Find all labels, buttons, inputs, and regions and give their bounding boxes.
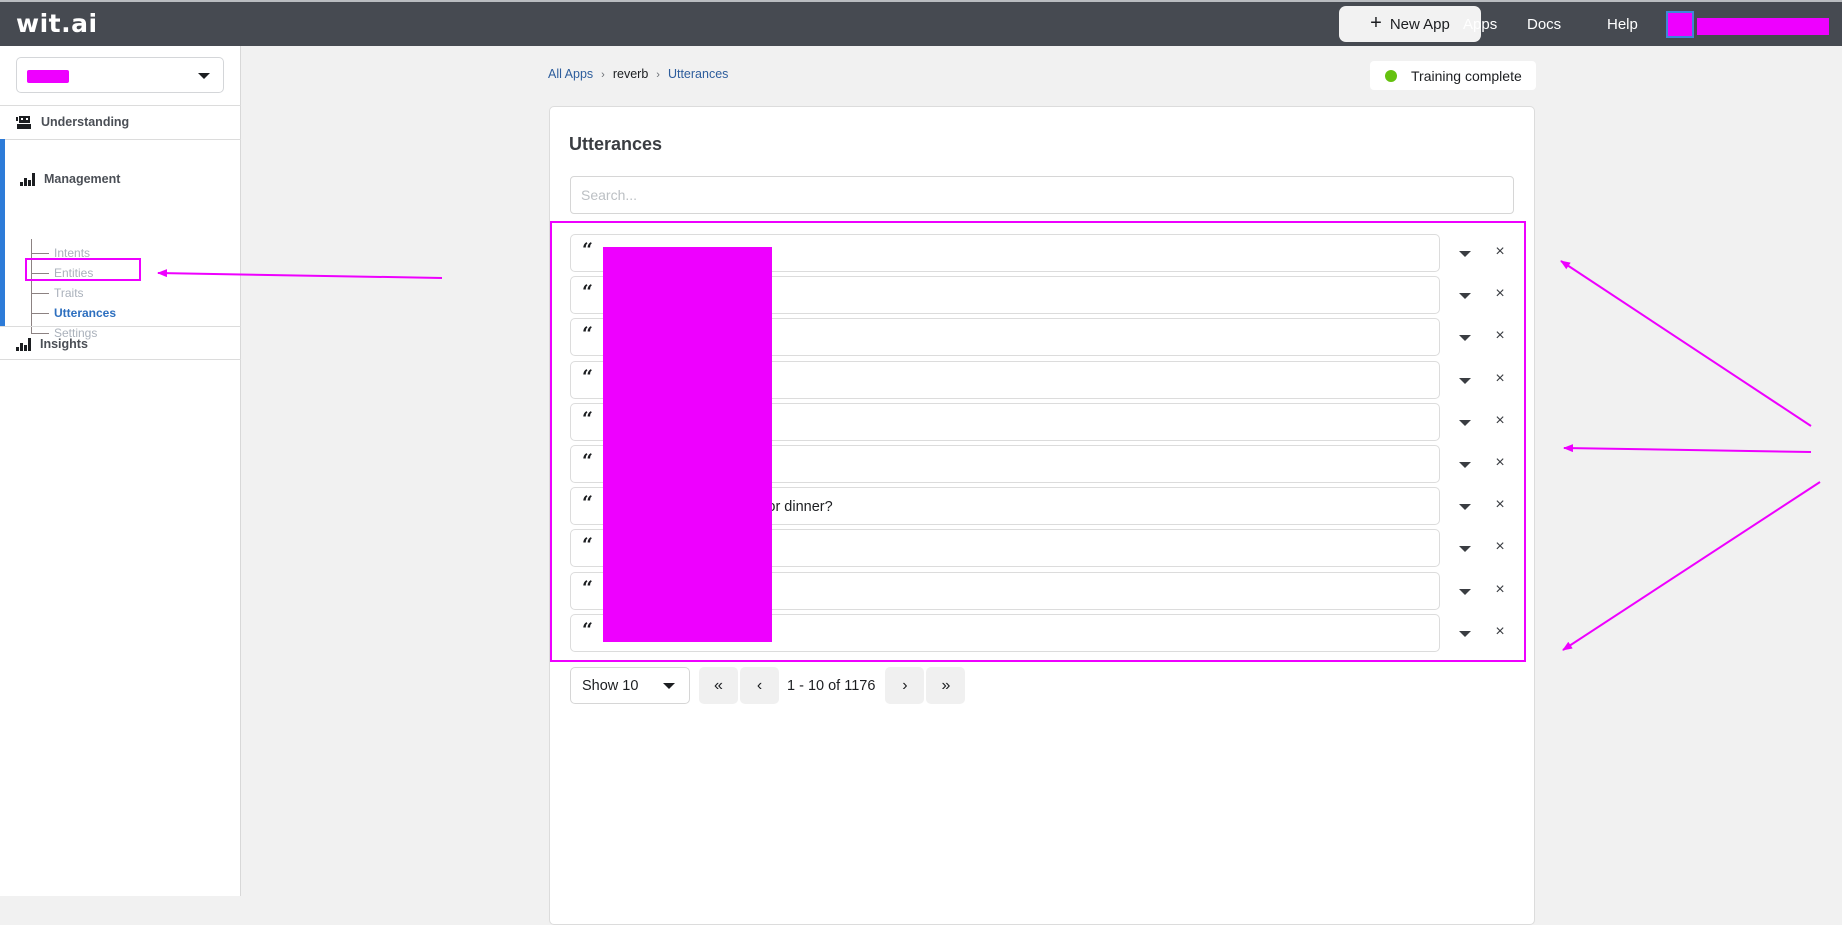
close-icon[interactable]: × [1490, 411, 1510, 431]
chevron-down-icon [198, 73, 210, 79]
close-icon[interactable]: × [1490, 537, 1510, 557]
caret-down-icon[interactable] [1454, 457, 1476, 473]
bar-chart-icon [16, 337, 31, 351]
user-name-redacted[interactable] [1697, 18, 1829, 35]
breadcrumb-app[interactable]: reverb [613, 67, 648, 81]
close-icon[interactable]: × [1490, 369, 1510, 389]
sidebar-item-traits[interactable]: Traits [54, 286, 84, 300]
robot-icon [16, 115, 31, 129]
last-page-button[interactable]: » [926, 667, 966, 704]
quote-icon: “ [582, 450, 593, 472]
breadcrumb-all-apps[interactable]: All Apps [548, 67, 593, 81]
close-icon[interactable]: × [1490, 326, 1510, 346]
caret-down-icon[interactable] [1454, 415, 1476, 431]
top-nav-bar: wit.ai + New App Apps Docs Help [0, 0, 1842, 46]
caret-down-icon[interactable] [1454, 288, 1476, 304]
sidebar-label-management: Management [44, 172, 121, 186]
close-icon[interactable]: × [1490, 495, 1510, 515]
page-range-text: 1 - 10 of 1176 [787, 677, 876, 694]
page-size-select[interactable]: Show 10 [570, 667, 690, 704]
annotation-highlight-box [25, 258, 141, 281]
tree-tick [31, 293, 49, 294]
active-section-indicator [0, 139, 5, 326]
redaction-block [603, 247, 772, 642]
wit-ai-logo[interactable]: wit.ai [16, 9, 98, 38]
close-icon[interactable]: × [1490, 284, 1510, 304]
caret-down-icon[interactable] [1454, 626, 1476, 642]
quote-icon: “ [582, 618, 593, 641]
chevron-right-icon: › [601, 69, 605, 81]
breadcrumb-utterances[interactable]: Utterances [668, 67, 728, 81]
tree-tick [31, 313, 49, 314]
close-icon[interactable]: × [1490, 580, 1510, 600]
breadcrumb: All Apps › reverb › Utterances [548, 66, 728, 82]
pagination: Show 10 « ‹ 1 - 10 of 1176 › » [570, 667, 966, 704]
training-status-badge: Training complete [1370, 61, 1536, 90]
quote-icon: “ [582, 576, 593, 599]
user-avatar[interactable] [1666, 11, 1694, 38]
caret-down-icon[interactable] [1454, 541, 1476, 557]
sidebar-item-understanding[interactable]: Understanding [16, 115, 129, 129]
avatar-redaction [1668, 13, 1692, 36]
caret-down-icon[interactable] [1454, 373, 1476, 389]
close-icon[interactable]: × [1490, 622, 1510, 642]
sidebar: Understanding Management Intents Entitie… [0, 46, 241, 896]
first-page-button[interactable]: « [699, 667, 738, 704]
sidebar-label-understanding: Understanding [41, 115, 130, 129]
quote-icon: “ [582, 281, 593, 304]
sidebar-section-understanding[interactable]: Understanding [0, 105, 241, 139]
sidebar-section-insights[interactable]: Insights [0, 326, 241, 360]
prev-page-button[interactable]: ‹ [740, 667, 779, 704]
bar-chart-icon [20, 172, 35, 186]
sidebar-section-management: Management [0, 139, 241, 326]
sidebar-label-insights: Insights [40, 337, 88, 351]
tree-tick [31, 253, 49, 254]
new-app-button[interactable]: + New App [1339, 6, 1481, 42]
nav-docs-link[interactable]: Docs [1527, 16, 1561, 33]
new-app-label: New App [1389, 15, 1450, 33]
caret-down-icon[interactable] [1454, 246, 1476, 262]
quote-icon: “ [582, 407, 593, 430]
page-title: Utterances [569, 134, 663, 154]
training-status-label: Training complete [1411, 67, 1522, 84]
nav-apps-link[interactable]: Apps [1463, 16, 1497, 33]
quote-icon: “ [582, 323, 593, 346]
chevron-right-icon: › [656, 69, 660, 81]
app-name-redacted [27, 70, 69, 83]
nav-help-link[interactable]: Help [1607, 16, 1638, 33]
sidebar-item-utterances[interactable]: Utterances [54, 306, 116, 320]
quote-icon: “ [582, 534, 593, 557]
quote-icon: “ [582, 365, 593, 388]
quote-icon: “ [582, 239, 593, 261]
status-dot-icon [1385, 69, 1397, 82]
next-page-button[interactable]: › [885, 667, 925, 704]
caret-down-icon[interactable] [1454, 584, 1476, 600]
chevron-down-icon [663, 683, 675, 689]
close-icon[interactable]: × [1490, 453, 1510, 473]
caret-down-icon[interactable] [1454, 330, 1476, 346]
caret-down-icon[interactable] [1454, 499, 1476, 515]
plus-icon: + [1370, 12, 1382, 34]
sidebar-item-management[interactable]: Management [20, 172, 120, 186]
quote-icon: “ [582, 492, 593, 515]
app-selector-dropdown[interactable] [16, 57, 224, 93]
sidebar-item-insights[interactable]: Insights [16, 337, 88, 351]
page-size-label: Show 10 [582, 678, 639, 694]
close-icon[interactable]: × [1490, 242, 1510, 262]
search-input[interactable] [570, 176, 1514, 214]
